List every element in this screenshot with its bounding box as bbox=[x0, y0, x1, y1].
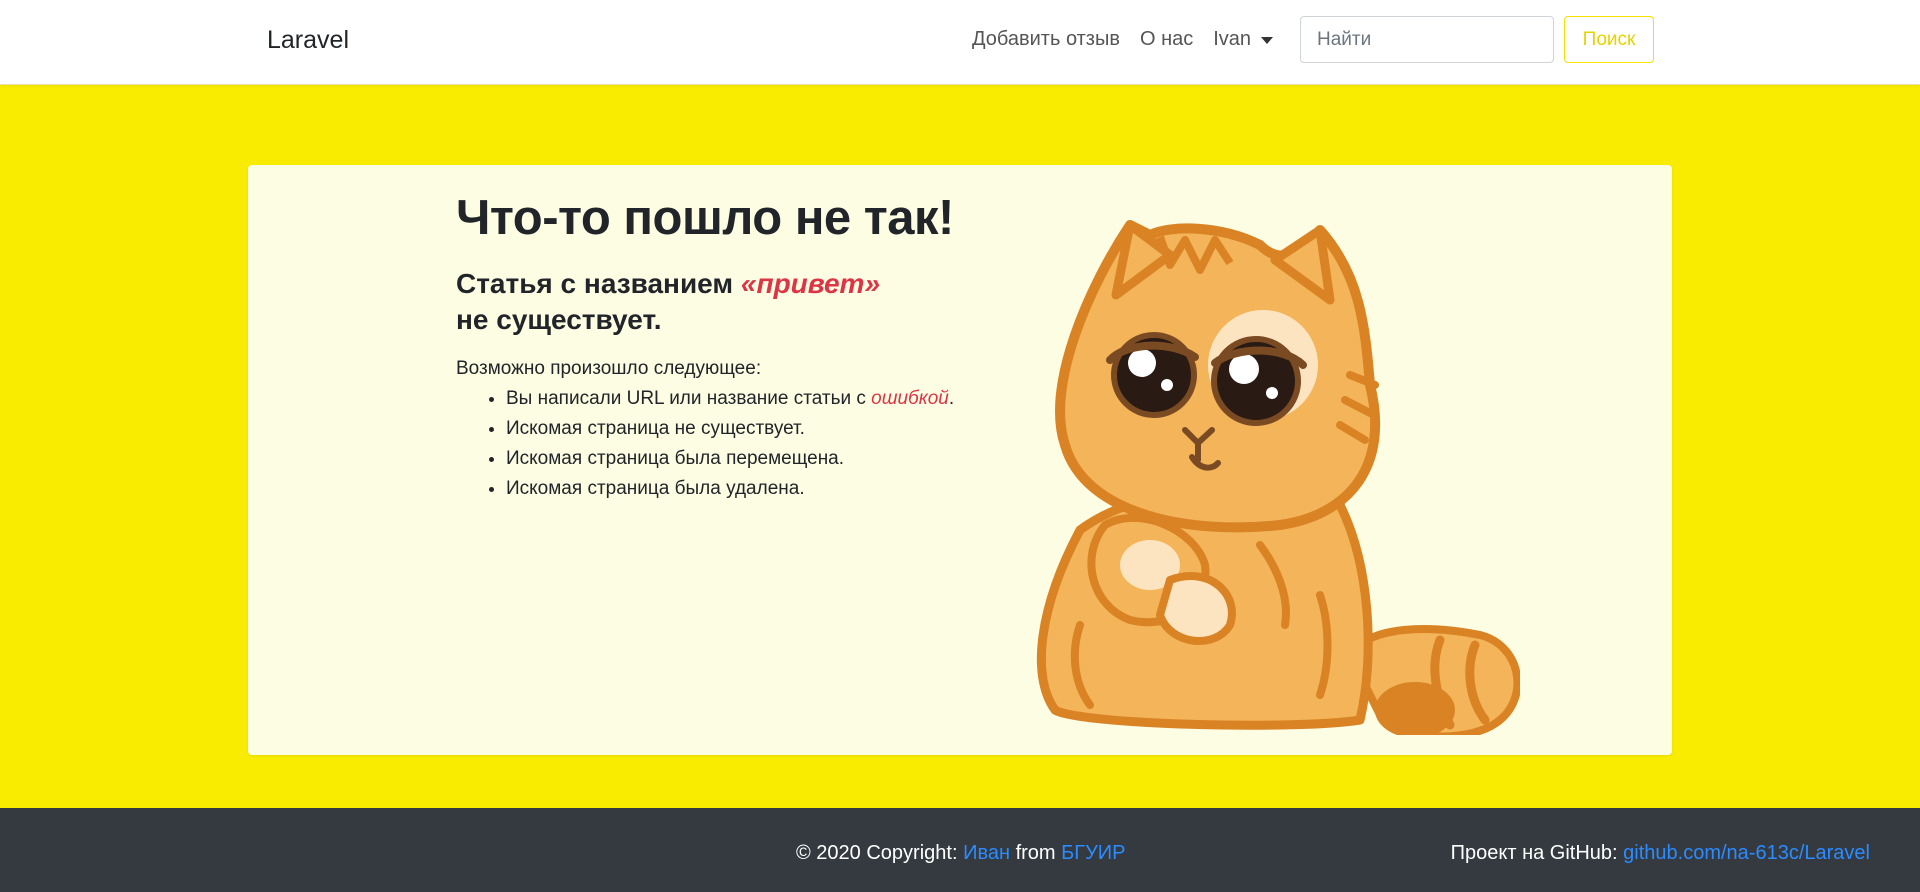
user-dropdown[interactable]: Ivan bbox=[1213, 28, 1274, 51]
sad-cat-illustration bbox=[1036, 220, 1520, 735]
caret-down-icon bbox=[1261, 37, 1274, 44]
github-link[interactable]: github.com/na-613c/Laravel bbox=[1623, 842, 1870, 864]
copyright-text: © 2020 Copyright: bbox=[796, 842, 964, 864]
university-link[interactable]: БГУИР bbox=[1061, 842, 1125, 864]
search-button[interactable]: Поиск bbox=[1564, 16, 1654, 63]
github-label: Проект на GitHub: bbox=[1450, 842, 1624, 864]
reason-item: Искомая страница была удалена. bbox=[506, 474, 1016, 504]
reason-item: Искомая страница была перемещена. bbox=[506, 444, 1016, 474]
nav-links: Добавить отзыв О нас Ivan bbox=[972, 28, 1274, 51]
reason-item: Вы написали URL или название статьи с ош… bbox=[506, 384, 1016, 414]
error-word: ошибкой bbox=[871, 388, 949, 409]
user-name: Ivan bbox=[1213, 28, 1252, 50]
reason-item: Искомая страница не существует. bbox=[506, 414, 1016, 444]
error-lead: Возможно произошло следующее: bbox=[456, 358, 762, 379]
nav-add-review-link[interactable]: Добавить отзыв bbox=[972, 28, 1120, 51]
nav-about-link[interactable]: О нас bbox=[1140, 28, 1193, 51]
error-title: Что-то пошло не так! bbox=[456, 191, 954, 245]
reason1-suffix: . bbox=[948, 388, 955, 409]
reason1-prefix: Вы написали URL или название статьи с bbox=[506, 388, 872, 409]
author-link[interactable]: Иван bbox=[963, 842, 1010, 864]
error-content: Что-то пошло не так! Статья с названием … bbox=[456, 188, 1016, 504]
subtitle-suffix: не существует. bbox=[456, 304, 662, 335]
subtitle-prefix: Статья с названием bbox=[456, 268, 741, 299]
article-name: «привет» bbox=[740, 268, 881, 299]
navbar: Laravel Добавить отзыв О нас Ivan Поиск bbox=[0, 0, 1920, 85]
reasons-list: Вы написали URL или название статьи с ош… bbox=[456, 384, 1016, 504]
brand-link[interactable]: Laravel bbox=[267, 26, 349, 55]
from-text: from bbox=[1010, 842, 1062, 864]
footer: © 2020 Copyright: Иван from БГУИР Проект… bbox=[0, 808, 1920, 892]
search-input[interactable] bbox=[1300, 16, 1554, 63]
footer-github: Проект на GitHub: github.com/na-613c/Lar… bbox=[1451, 842, 1870, 865]
error-subtitle: Статья с названием «привет» не существуе… bbox=[456, 266, 1016, 338]
footer-copyright: © 2020 Copyright: Иван from БГУИР bbox=[796, 842, 1126, 865]
